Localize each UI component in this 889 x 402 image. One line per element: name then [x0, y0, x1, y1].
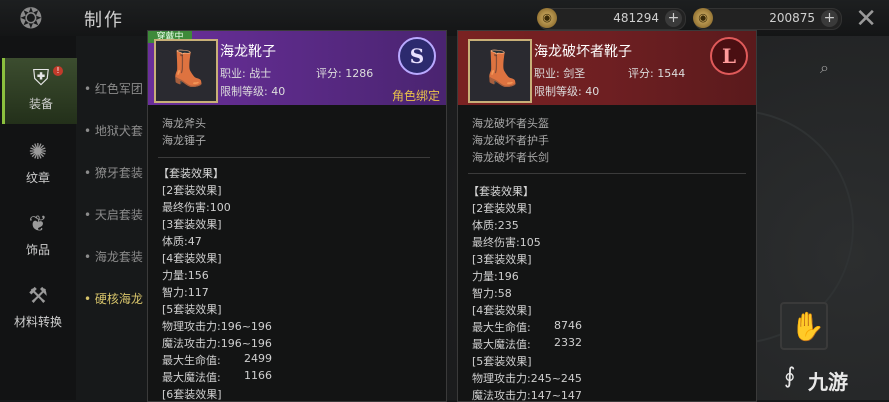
- tooltip-header: 👢 海龙破坏者靴子 职业: 剑圣 评分: 1544 限制等级: 40 L: [458, 31, 756, 105]
- equipment-icon: ⛨: [32, 66, 50, 91]
- sidebar-item-emblem[interactable]: ✺ 纹章: [2, 132, 74, 198]
- sidebar: ⛨ ! 装备 ✺ 纹章 ❦ 饰品 ⚒ 材料转换: [0, 36, 77, 400]
- effect-line: 力量:156: [162, 269, 209, 282]
- divider: [158, 157, 430, 158]
- effect-line: [4套装效果]: [472, 304, 532, 317]
- effect-value: 2499: [244, 352, 272, 365]
- effect-value: 1166: [244, 369, 272, 382]
- effect-line: 物理攻击力:245~245: [472, 372, 582, 385]
- gauntlet-item-slot[interactable]: ✋: [780, 302, 828, 350]
- effect-line: 最大生命值:: [472, 321, 531, 334]
- item-level-requirement: 限制等级: 40: [220, 85, 286, 98]
- sidebar-item-label: 装备: [28, 97, 53, 111]
- sidebar-item-label: 材料转换: [13, 315, 62, 329]
- set-item: 海龙斧头: [162, 117, 206, 130]
- bind-status: 角色绑定: [391, 89, 440, 103]
- effect-line: 最大魔法值:: [472, 338, 531, 351]
- effect-line: 最大生命值:: [162, 354, 221, 367]
- effect-line: 物理攻击力:196~196: [162, 320, 272, 333]
- set-item: 海龙破坏者长剑: [472, 151, 549, 164]
- sidebar-item-equipment[interactable]: ⛨ ! 装备: [2, 58, 77, 124]
- currency-value: 481294: [613, 11, 659, 25]
- watermark: 九游: [808, 370, 848, 394]
- set-item: 海龙破坏者护手: [472, 134, 549, 147]
- effect-line: [2套装效果]: [162, 184, 222, 197]
- item-job: 职业: 剑圣: [534, 67, 586, 80]
- effect-value: 8746: [554, 319, 582, 332]
- effect-line: 魔法攻击力:196~196: [162, 337, 272, 350]
- add-currency-button[interactable]: +: [821, 10, 838, 27]
- effect-value: 2332: [554, 336, 582, 349]
- sidebar-item-label: 饰品: [25, 243, 50, 257]
- item-job: 职业: 战士: [220, 67, 272, 80]
- currency-gold-2: ◉ 200875 +: [693, 8, 842, 30]
- item-level-requirement: 限制等级: 40: [534, 85, 600, 98]
- effect-line: 最大魔法值:: [162, 371, 221, 384]
- sidebar-item-label: 纹章: [25, 171, 50, 185]
- set-list-item[interactable]: • 獠牙套装: [84, 164, 143, 181]
- effect-line: 力量:196: [472, 270, 519, 283]
- effect-line: [4套装效果]: [162, 252, 222, 265]
- set-effect-title: 【套装效果】: [158, 167, 224, 180]
- effect-line: [3套装效果]: [162, 218, 222, 231]
- effect-line: 最终伤害:100: [162, 201, 231, 214]
- effect-line: [3套装效果]: [472, 253, 532, 266]
- notification-badge: !: [53, 66, 63, 76]
- item-tooltip-equipped: 穿戴中 👢 海龙靴子 职业: 战士 评分: 1286 限制等级: 40 S 角色…: [147, 30, 447, 402]
- effect-line: 体质:47: [162, 235, 202, 248]
- set-list-item[interactable]: • 地狱犬套: [84, 122, 143, 139]
- gold-coin-icon: ◉: [693, 8, 713, 28]
- anvil-icon: ⚒: [28, 284, 48, 309]
- boots-item-icon: 👢: [468, 39, 532, 103]
- boots-icon: 👢: [166, 49, 209, 89]
- effect-line: 最终伤害:105: [472, 236, 541, 249]
- set-item: 海龙破坏者头盔: [472, 117, 549, 130]
- divider: [468, 173, 746, 174]
- effect-line: [2套装效果]: [472, 202, 532, 215]
- item-name: 海龙破坏者靴子: [534, 44, 632, 60]
- boots-item-icon: 👢: [154, 39, 218, 103]
- search-icon[interactable]: ⌕: [820, 58, 829, 78]
- dragon-logo-icon: ❂: [19, 2, 43, 35]
- set-list-item-selected[interactable]: • 硬核海龙: [84, 290, 143, 307]
- sidebar-item-accessory[interactable]: ❦ 饰品: [2, 204, 74, 270]
- close-icon[interactable]: ✕: [855, 4, 877, 34]
- boots-icon: 👢: [480, 49, 523, 89]
- set-effect-title: 【套装效果】: [468, 185, 534, 198]
- item-name: 海龙靴子: [220, 44, 276, 60]
- set-item: 海龙锤子: [162, 134, 206, 147]
- gauntlet-icon: ✋: [790, 310, 825, 343]
- accessory-icon: ❦: [28, 212, 48, 237]
- currency-value: 200875: [769, 11, 815, 25]
- effect-line: 智力:58: [472, 287, 512, 300]
- effect-line: 智力:117: [162, 286, 209, 299]
- set-list-item[interactable]: • 天启套装: [84, 206, 143, 223]
- currency-gold-1: ◉ 481294 +: [537, 8, 686, 30]
- gold-coin-icon: ◉: [537, 8, 557, 28]
- grade-s-icon: S: [398, 37, 436, 75]
- item-score: 评分: 1544: [628, 67, 686, 80]
- effect-line: [5套装效果]: [472, 355, 532, 368]
- sidebar-item-material-convert[interactable]: ⚒ 材料转换: [2, 276, 74, 342]
- grade-l-icon: L: [710, 37, 748, 75]
- page-title: 制作: [84, 10, 124, 31]
- item-score: 评分: 1286: [316, 67, 374, 80]
- tooltip-header: 穿戴中 👢 海龙靴子 职业: 战士 评分: 1286 限制等级: 40 S 角色…: [148, 31, 446, 105]
- set-list-item[interactable]: • 红色军团: [84, 80, 143, 97]
- effect-line: 体质:235: [472, 219, 519, 232]
- add-currency-button[interactable]: +: [665, 10, 682, 27]
- set-list-item[interactable]: • 海龙套装: [84, 248, 143, 265]
- jiuyou-logo-icon: ∮: [784, 364, 796, 389]
- emblem-icon: ✺: [28, 140, 48, 165]
- item-tooltip-compare: 👢 海龙破坏者靴子 职业: 剑圣 评分: 1544 限制等级: 40 L 海龙破…: [457, 30, 757, 402]
- effect-line: [5套装效果]: [162, 303, 222, 316]
